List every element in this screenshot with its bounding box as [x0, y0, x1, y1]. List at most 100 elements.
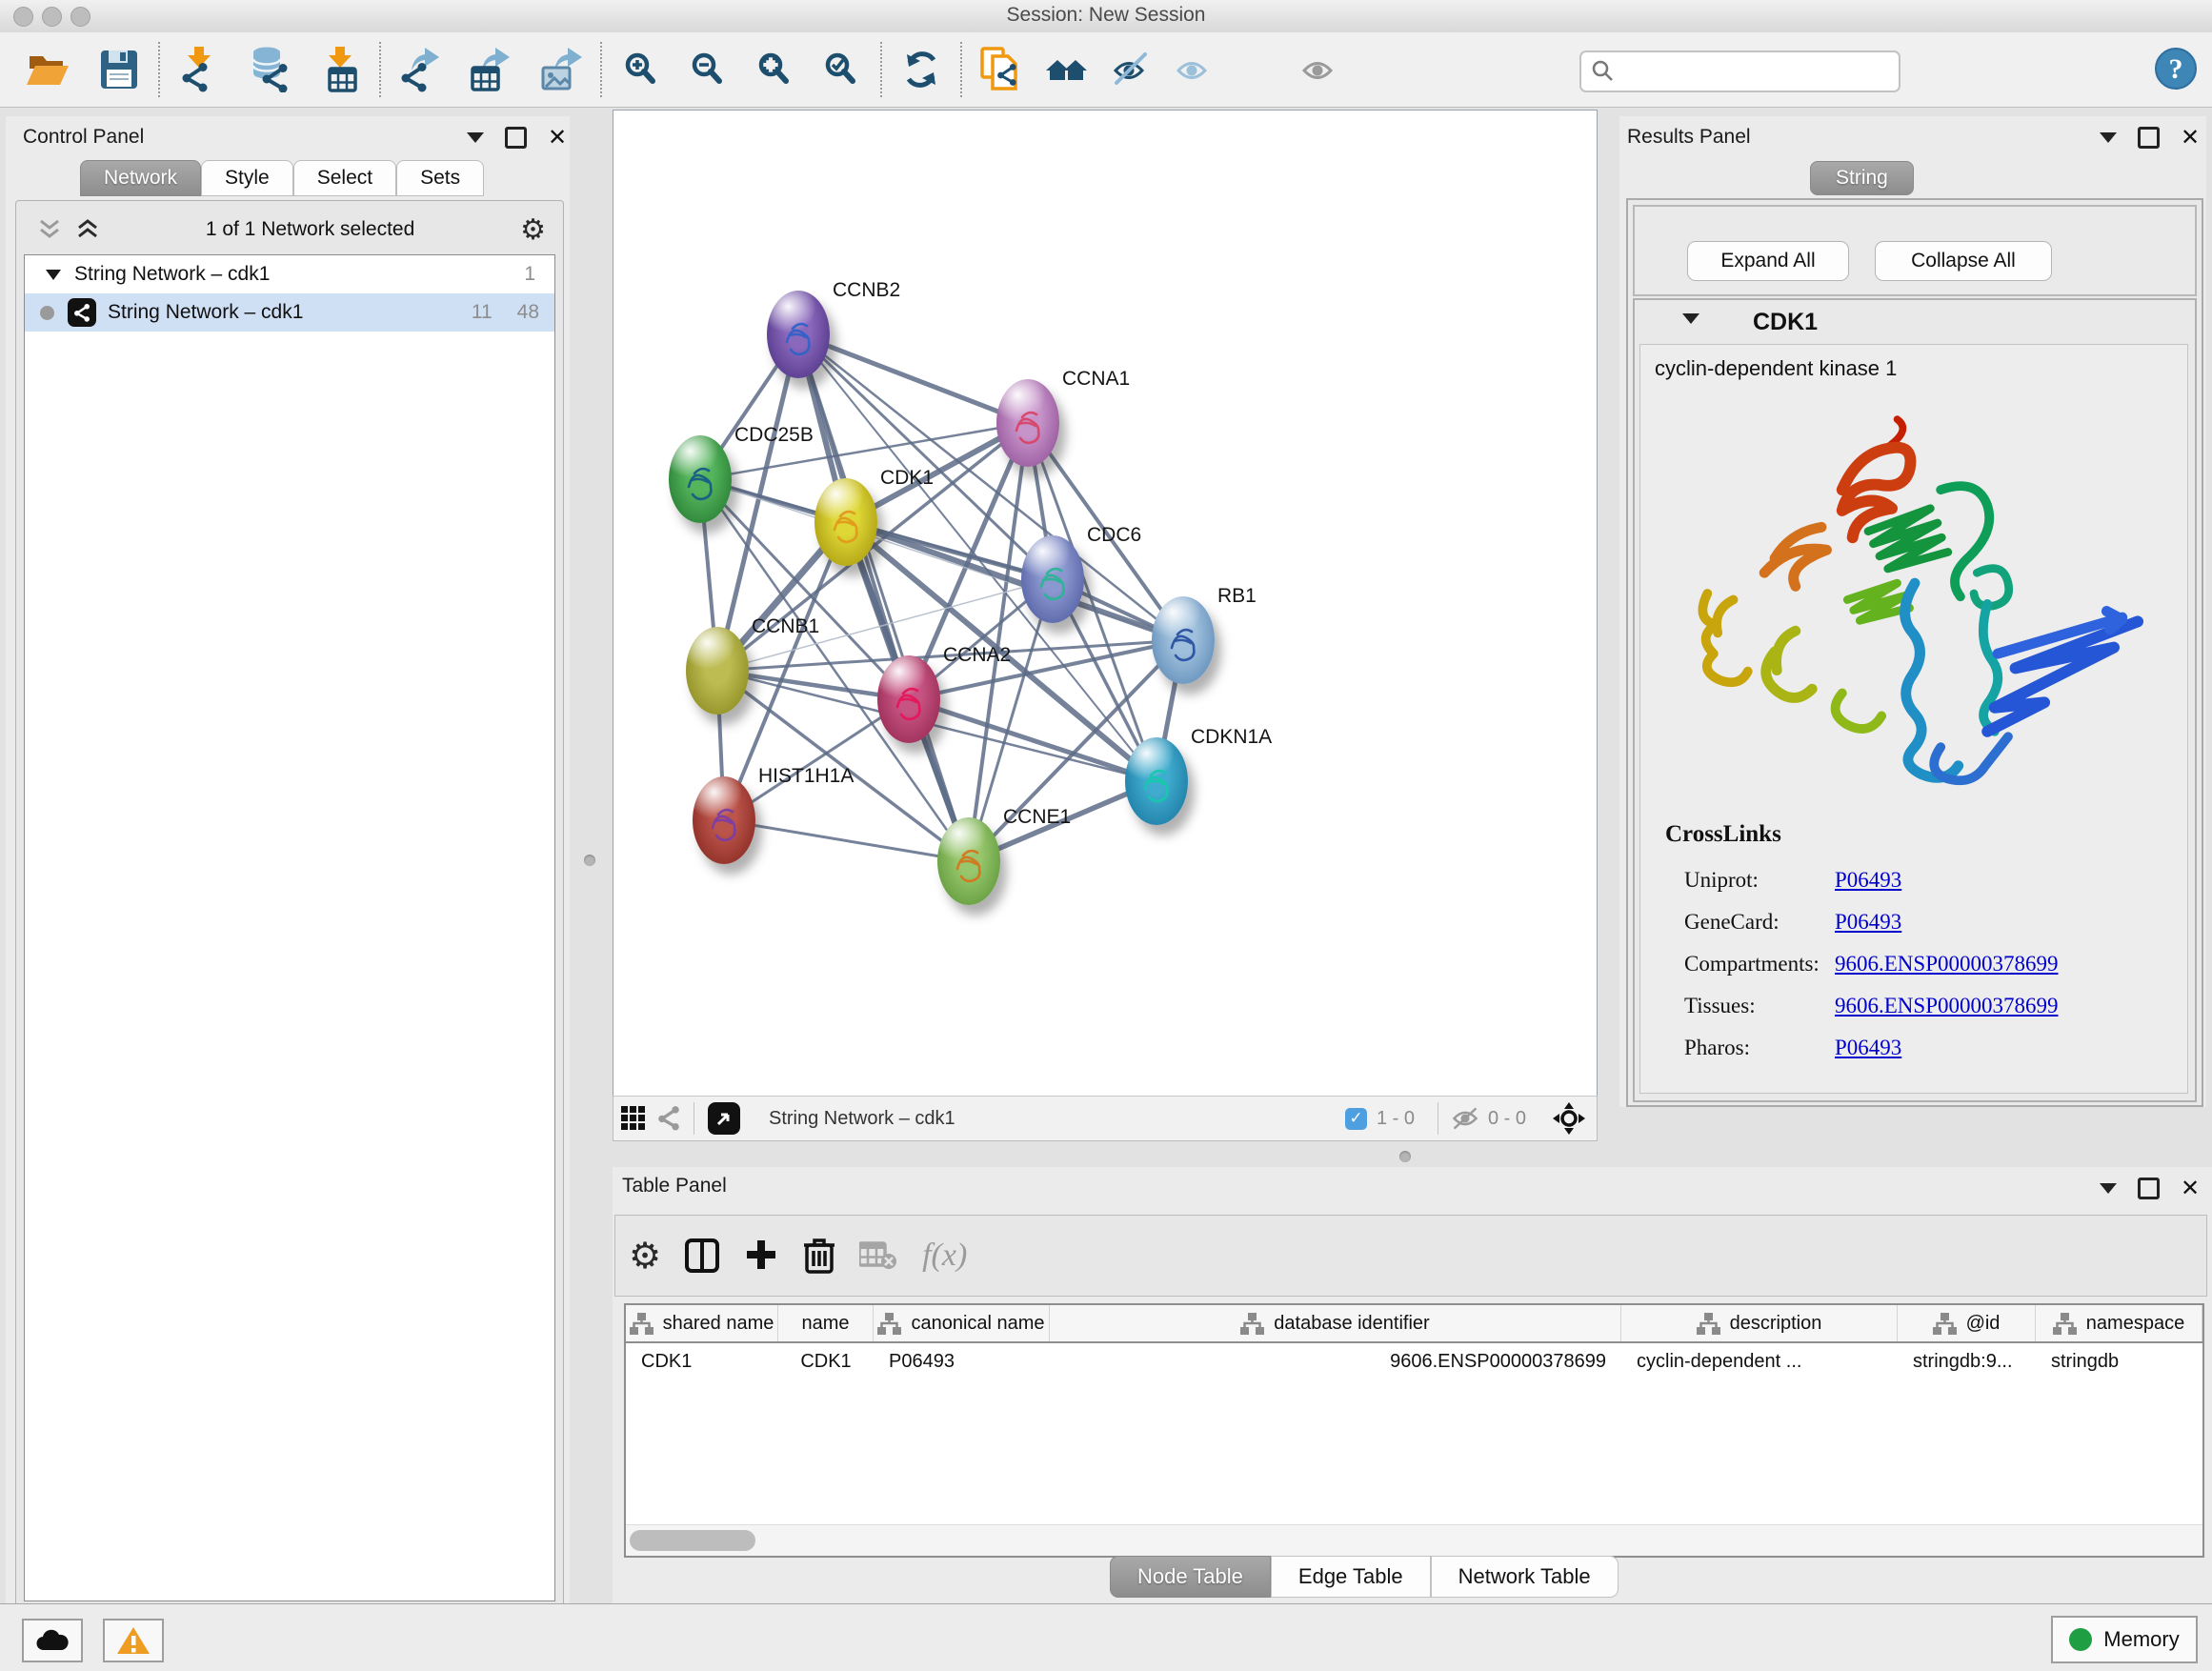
network-node-ccnb1[interactable]	[686, 627, 749, 715]
tab-string[interactable]: String	[1810, 161, 1914, 195]
open-session-icon[interactable]	[25, 47, 69, 92]
main-toolbar: ?	[0, 32, 2212, 108]
expand-all-icon[interactable]	[75, 218, 100, 241]
zoom-out-icon[interactable]	[686, 47, 730, 92]
cell-description[interactable]: cyclin-dependent ...	[1621, 1343, 1898, 1379]
panel-menu-icon[interactable]	[2100, 1183, 2117, 1202]
zoom-selected-icon[interactable]	[819, 47, 863, 92]
function-builder-icon[interactable]: f(x)	[922, 1238, 967, 1274]
network-view-icon[interactable]	[657, 1106, 680, 1131]
import-network-database-icon[interactable]	[248, 47, 292, 92]
network-node-ccnb2[interactable]	[767, 291, 830, 378]
show-all-icon[interactable]	[1170, 47, 1214, 92]
delete-table-icon[interactable]	[859, 1239, 897, 1272]
collapse-all-button[interactable]: Collapse All	[1875, 241, 2052, 281]
delete-column-icon[interactable]	[802, 1236, 836, 1276]
float-panel-icon[interactable]	[2138, 127, 2160, 149]
float-panel-icon[interactable]	[505, 127, 527, 149]
network-view-canvas[interactable]: CCNB2CCNA1CDC25BCDK1CDC6RB1CCNB1CCNA2CDK…	[613, 110, 1598, 1097]
network-node-cdk1[interactable]	[814, 478, 877, 566]
save-session-icon[interactable]	[97, 47, 141, 92]
tab-style[interactable]: Style	[201, 160, 293, 196]
cell-shared-name[interactable]: CDK1	[626, 1343, 778, 1379]
panel-menu-icon[interactable]	[467, 132, 484, 151]
close-panel-icon[interactable]: ✕	[548, 129, 567, 148]
first-neighbors-icon[interactable]	[1044, 47, 1088, 92]
export-table-icon[interactable]	[469, 47, 513, 92]
help-icon[interactable]: ?	[2154, 47, 2198, 91]
node-label-ccna2: CCNA2	[943, 644, 1011, 667]
duplicate-network-icon[interactable]	[979, 47, 1023, 92]
crosslink-link[interactable]: 9606.ENSP00000378699	[1835, 994, 2059, 1018]
column-header-canonical-name[interactable]: canonical name	[874, 1305, 1050, 1341]
network-node-cdc6[interactable]	[1021, 535, 1084, 623]
column-header--id[interactable]: @id	[1898, 1305, 2036, 1341]
refresh-icon[interactable]	[899, 47, 943, 92]
crosslink-link[interactable]: 9606.ENSP00000378699	[1835, 952, 2059, 976]
fit-content-crosshair-icon[interactable]	[1551, 1100, 1587, 1137]
cell-namespace[interactable]: stringdb	[2036, 1343, 2202, 1379]
column-header-database-identifier[interactable]: database identifier	[1050, 1305, 1621, 1341]
export-image-icon[interactable]	[539, 47, 583, 92]
tab-network[interactable]: Network	[80, 160, 201, 196]
selected-checkbox-icon[interactable]: ✓	[1345, 1108, 1367, 1130]
preview-eye-icon[interactable]	[1296, 47, 1339, 92]
network-row[interactable]: String Network – cdk1 11 48	[25, 293, 554, 332]
table-row[interactable]: CDK1CDK1P064939606.ENSP00000378699cyclin…	[626, 1343, 2202, 1379]
tab-select[interactable]: Select	[293, 160, 396, 196]
float-panel-icon[interactable]	[2138, 1178, 2160, 1199]
table-options-gear-icon[interactable]: ⚙	[629, 1235, 661, 1278]
zoom-fit-icon[interactable]	[753, 47, 796, 92]
network-node-hist1h1a[interactable]	[693, 776, 755, 864]
crosslink-link[interactable]: P06493	[1835, 868, 1901, 893]
cell-canonical-name[interactable]: P06493	[874, 1343, 1050, 1379]
column-header-namespace[interactable]: namespace	[2036, 1305, 2202, 1341]
cell-name[interactable]: CDK1	[778, 1343, 874, 1379]
grid-view-icon[interactable]	[621, 1106, 646, 1131]
tab-node-table[interactable]: Node Table	[1110, 1556, 1271, 1598]
left-splitter-handle[interactable]	[584, 855, 595, 866]
panel-menu-icon[interactable]	[2100, 132, 2117, 151]
collapse-entry-icon[interactable]	[1682, 313, 1699, 332]
network-node-ccne1[interactable]	[937, 817, 1000, 905]
network-node-ccna2[interactable]	[877, 655, 940, 743]
memory-button[interactable]: Memory	[2051, 1616, 2198, 1663]
network-node-ccna1[interactable]	[996, 379, 1059, 467]
cloud-status-button[interactable]	[22, 1619, 83, 1662]
column-header-name[interactable]: name	[778, 1305, 874, 1341]
hidden-eye-icon[interactable]	[1452, 1107, 1478, 1130]
crosslinks-list: Uniprot:P06493GeneCard:P06493Compartment…	[1684, 859, 2059, 1069]
expand-all-button[interactable]: Expand All	[1687, 241, 1849, 281]
zoom-in-icon[interactable]	[619, 47, 663, 92]
search-input[interactable]	[1616, 55, 1899, 88]
close-panel-icon[interactable]: ✕	[2181, 1179, 2200, 1198]
hide-selected-icon[interactable]	[1109, 47, 1153, 92]
close-panel-icon[interactable]: ✕	[2181, 129, 2200, 148]
crosslink-link[interactable]: P06493	[1835, 1036, 1901, 1060]
show-columns-icon[interactable]	[684, 1237, 720, 1275]
bottom-splitter-handle[interactable]	[1399, 1151, 1411, 1162]
network-node-cdkn1a[interactable]	[1125, 737, 1188, 825]
add-column-icon[interactable]	[743, 1237, 779, 1275]
network-node-rb1[interactable]	[1152, 596, 1215, 684]
column-header-shared-name[interactable]: shared name	[626, 1305, 778, 1341]
tab-network-table[interactable]: Network Table	[1431, 1556, 1619, 1598]
network-node-cdc25b[interactable]	[669, 435, 732, 523]
import-table-file-icon[interactable]	[318, 47, 362, 92]
warnings-button[interactable]	[103, 1619, 164, 1662]
cell-database-identifier[interactable]: 9606.ENSP00000378699	[1050, 1343, 1621, 1379]
network-options-gear-icon[interactable]: ⚙	[520, 213, 546, 247]
column-header-description[interactable]: description	[1621, 1305, 1898, 1341]
network-collection-row[interactable]: String Network – cdk1 1	[25, 255, 554, 293]
export-network-icon[interactable]	[398, 47, 442, 92]
detach-view-icon[interactable]	[708, 1102, 740, 1135]
node-count: 11	[472, 301, 493, 324]
crosslink-link[interactable]: P06493	[1835, 910, 1901, 935]
scrollbar-thumb[interactable]	[630, 1530, 755, 1551]
cell--id[interactable]: stringdb:9...	[1898, 1343, 2036, 1379]
collapse-all-icon[interactable]	[37, 218, 62, 241]
tab-edge-table[interactable]: Edge Table	[1271, 1556, 1431, 1598]
tab-sets[interactable]: Sets	[396, 160, 484, 196]
collapse-caret-icon[interactable]	[46, 270, 61, 288]
import-network-file-icon[interactable]	[177, 47, 221, 92]
